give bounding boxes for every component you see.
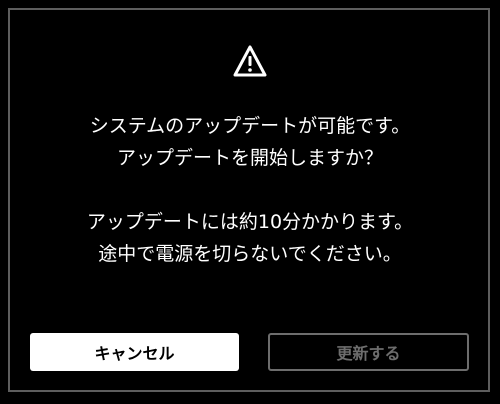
- update-warning-line-1: アップデートには約10分かかります。: [86, 211, 414, 233]
- update-warning: アップデートには約10分かかります。 途中で電源を切らないでください。: [0, 206, 500, 270]
- update-prompt-line-2: アップデートを開始しますか？: [116, 147, 383, 169]
- update-prompt: システムのアップデートが可能です。 アップデートを開始しますか？: [0, 110, 500, 174]
- update-button[interactable]: 更新する: [268, 333, 469, 371]
- update-warning-line-2: 途中で電源を切らないでください。: [98, 243, 402, 265]
- warning-triangle-icon: [233, 45, 267, 77]
- update-prompt-line-1: システムのアップデートが可能です。: [89, 115, 411, 137]
- cancel-button[interactable]: キャンセル: [30, 333, 239, 371]
